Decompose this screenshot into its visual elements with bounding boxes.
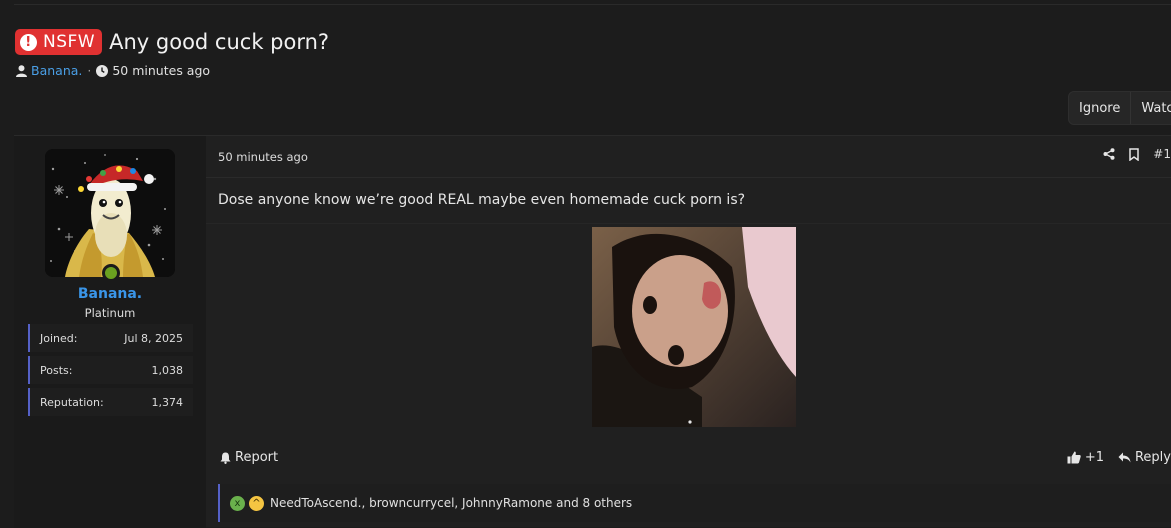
attachment-photo [592,227,796,427]
stat-label: Reputation: [40,395,104,409]
post-user-column: Banana. Platinum Joined: Jul 8, 2025 Pos… [14,136,206,528]
stat-value: 1,374 [151,395,184,409]
thumbs-up-icon [1067,451,1081,464]
ignore-button[interactable]: Ignore [1069,92,1130,124]
post-timestamp[interactable]: 50 minutes ago [218,150,308,164]
user-rank: Platinum [84,306,136,320]
clock-icon [96,64,109,77]
meta-separator: · [87,63,92,78]
post: Banana. Platinum Joined: Jul 8, 2025 Pos… [14,135,1171,528]
stat-joined: Joined: Jul 8, 2025 [28,324,193,352]
share-icon[interactable] [1103,148,1115,160]
post-attachment-image[interactable] [592,227,796,427]
user-icon [16,64,27,77]
reply-label: Reply [1134,450,1171,465]
banana-avatar-image [45,149,175,277]
stat-reputation: Reputation: 1,374 [28,388,193,416]
stat-label: Posts: [40,363,73,377]
post-main-column: 50 minutes ago #1 Dose anyone know we’re… [206,136,1171,528]
like-button[interactable]: +1 [1067,450,1104,465]
reply-button[interactable]: Reply [1118,450,1171,465]
post-number[interactable]: #1 [1153,147,1171,161]
post-body-text: Dose anyone know we’re good REAL maybe e… [218,192,746,208]
thread-actions: Ignore Watch [1068,91,1171,125]
reply-icon [1118,452,1131,463]
thread-title: ! NSFW Any good cuck porn? [15,28,329,56]
bell-icon [220,452,231,464]
stat-value: 1,038 [151,363,184,377]
avatar[interactable] [45,149,175,277]
tears-of-joy-icon: ^ [249,495,264,511]
nsfw-label: NSFW [43,32,96,52]
stat-value: Jul 8, 2025 [124,331,183,345]
post-username[interactable]: Banana. [14,286,206,302]
report-button[interactable]: Report [220,450,278,465]
exclamation-icon: ! [20,33,37,51]
stat-label: Joined: [40,331,78,345]
watch-button[interactable]: Watch [1130,92,1171,124]
nauseated-face-icon: x [230,495,245,511]
stat-posts: Posts: 1,038 [28,356,193,384]
report-label: Report [235,450,279,465]
online-status-indicator [102,264,120,282]
like-count: +1 [1084,450,1104,465]
post-body-divider [206,223,1171,224]
thread-meta: Banana. · 50 minutes ago [16,63,210,78]
post-header: 50 minutes ago #1 [206,136,1171,178]
nsfw-badge: ! NSFW [15,29,103,55]
bookmark-icon[interactable] [1129,147,1140,161]
thread-author-link[interactable]: Banana. [31,63,82,78]
thread-time[interactable]: 50 minutes ago [112,63,210,78]
reactions-users: NeedToAscend., browncurrycel, JohnnyRamo… [270,496,633,510]
thread-title-text: Any good cuck porn? [109,30,330,54]
top-divider [14,4,1171,5]
reactions-summary[interactable]: x ^ NeedToAscend., browncurrycel, Johnny… [218,484,1171,522]
post-header-icons: #1 [1103,147,1171,161]
post-reactions-actions: +1 Reply [1067,450,1171,465]
